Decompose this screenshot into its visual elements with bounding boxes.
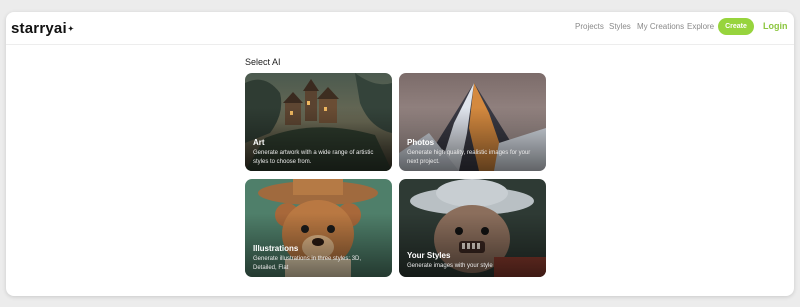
card-description: Generate illustrations in three styles: … xyxy=(253,256,362,271)
card-art[interactable]: Art Generate artwork with a wide range o… xyxy=(245,73,392,171)
card-photos[interactable]: Photos Generate high quality, realistic … xyxy=(399,73,546,171)
app-window: starryai✦ Projects Styles My Creations E… xyxy=(6,12,794,296)
nav-link-styles[interactable]: Styles xyxy=(609,22,631,31)
card-title: Art xyxy=(253,138,265,147)
card-description: Generate images with your style xyxy=(407,263,493,269)
create-button[interactable]: Create xyxy=(718,18,754,35)
card-title: Your Styles xyxy=(407,251,451,260)
nav-link-my-creations[interactable]: My Creations xyxy=(637,22,684,31)
login-link[interactable]: Login xyxy=(763,21,788,31)
nav-link-explore[interactable]: Explore xyxy=(687,22,714,31)
logo-text: starryai xyxy=(11,20,67,37)
sparkle-icon: ✦ xyxy=(67,26,74,34)
select-ai-heading: Select AI xyxy=(245,57,281,67)
nav-link-projects[interactable]: Projects xyxy=(575,22,604,31)
top-navbar: starryai✦ Projects Styles My Creations E… xyxy=(6,12,794,45)
card-your-styles[interactable]: Your Styles Generate images with your st… xyxy=(399,179,546,277)
card-description: Generate artwork with a wide range of ar… xyxy=(253,150,374,165)
card-illustrations[interactable]: Illustrations Generate illustrations in … xyxy=(245,179,392,277)
card-description: Generate high quality, realistic images … xyxy=(407,150,531,165)
card-title: Photos xyxy=(407,138,435,147)
card-title: Illustrations xyxy=(253,244,299,253)
starryai-logo[interactable]: starryai✦ xyxy=(11,20,74,37)
